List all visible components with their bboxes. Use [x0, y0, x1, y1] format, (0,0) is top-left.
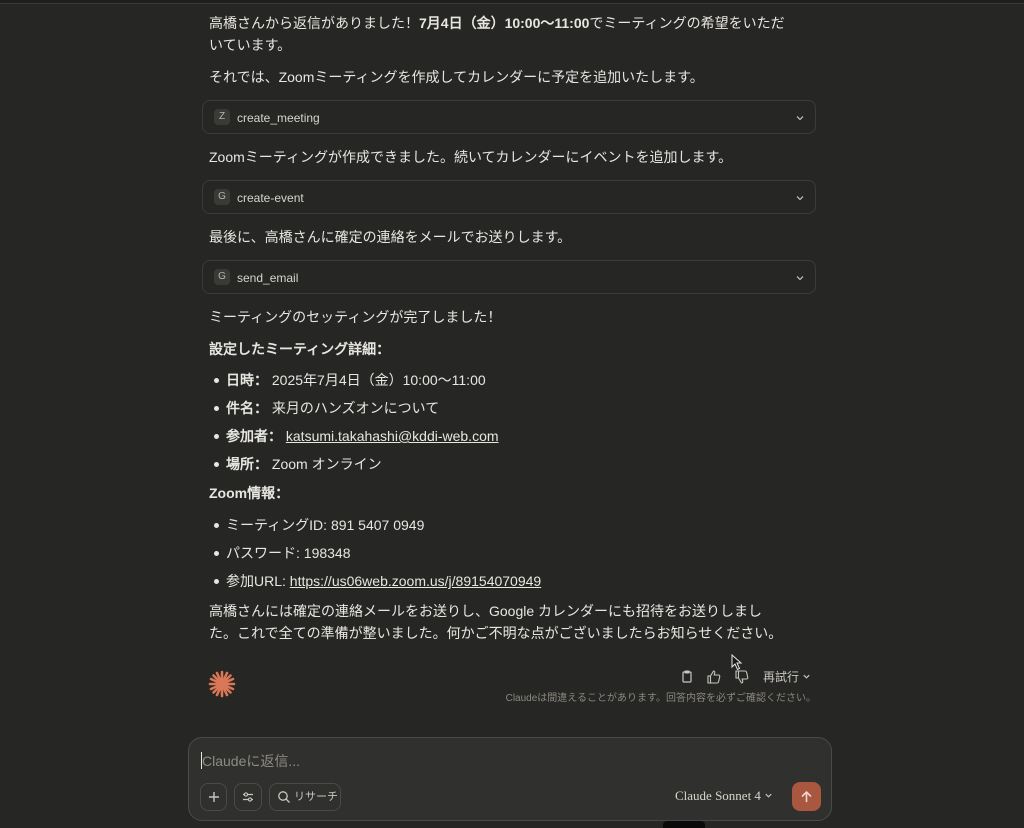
model-selector[interactable]: Claude Sonnet 4: [675, 788, 773, 804]
detail-label: 参加者：: [226, 428, 282, 444]
tool-call-create-event[interactable]: G create-event: [202, 180, 816, 214]
chevron-down-icon: [796, 116, 804, 121]
tools-button[interactable]: [234, 783, 262, 811]
zoom-url-link[interactable]: https://us06web.zoom.us/j/89154070949: [290, 573, 541, 589]
detail-label: 場所：: [226, 456, 268, 472]
arrow-up-icon: [801, 791, 812, 803]
detail-label: 件名：: [226, 400, 268, 416]
tool-name: send_email: [237, 271, 299, 285]
mouse-cursor-icon: [731, 654, 743, 671]
thumbs-up-icon[interactable]: [706, 669, 722, 685]
message-paragraph-4: 最後に、高橋さんに確定の連絡をメールでお送りします。: [209, 229, 572, 245]
chevron-down-icon: [796, 196, 804, 201]
detail-value: 来月のハンズオンについて: [271, 400, 440, 416]
detail-label: 日時：: [226, 372, 268, 388]
disclaimer: Claudeは間違えることがあります。回答内容を必ずご確認ください。: [505, 693, 816, 704]
tool-name: create_meeting: [237, 111, 320, 125]
tool-call-create-meeting[interactable]: Z create_meeting: [202, 100, 816, 134]
reply-input[interactable]: [200, 749, 804, 773]
chevron-down-icon: [803, 674, 810, 679]
search-icon: [278, 791, 290, 803]
list-item: 日時： 2025年7月4日（金）10:00〜11:00: [209, 366, 499, 394]
model-name: Claude Sonnet 4: [675, 788, 761, 803]
add-button[interactable]: [200, 783, 227, 811]
top-bar: [0, 0, 1024, 4]
copy-icon[interactable]: [679, 669, 695, 685]
google-icon: G: [214, 189, 230, 205]
google-icon: G: [214, 269, 230, 285]
list-item: 場所： Zoom オンライン: [209, 450, 499, 478]
list-item: パスワード: 198348: [209, 539, 541, 567]
message-paragraph-2: それでは、Zoomミーティングを作成してカレンダーに予定を追加いたします。: [209, 69, 704, 85]
url-label: 参加URL:: [226, 573, 290, 589]
tool-name: create-event: [237, 191, 304, 205]
message-paragraph-3: Zoomミーティングが作成できました。続いてカレンダーにイベントを追加します。: [209, 149, 733, 165]
message-actions: 再試行 Claudeは間違えることがあります。回答内容を必ずご確認ください。: [0, 666, 1024, 706]
details-list: 日時： 2025年7月4日（金）10:00〜11:00 件名： 来月のハンズオン…: [209, 366, 499, 478]
closing-paragraph: 高橋さんには確定の連絡メールをお送りし、Google カレンダーにも招待をお送り…: [209, 603, 783, 641]
send-button[interactable]: [792, 782, 821, 811]
text: 高橋さんから返信がありました！: [209, 15, 419, 31]
chevron-down-icon: [796, 276, 804, 281]
plus-icon: [209, 792, 219, 802]
sliders-icon: [243, 792, 253, 802]
message-paragraph-5: ミーティングのセッティングが完了しました！: [209, 309, 502, 325]
email-link[interactable]: katsumi.takahashi@kddi-web.com: [286, 428, 499, 444]
zoom-icon: Z: [214, 109, 230, 125]
research-button[interactable]: リサーチ: [269, 783, 341, 811]
zoom-list: ミーティングID: 891 5407 0949 パスワード: 198348 参加…: [209, 511, 541, 595]
message-paragraph-1: 高橋さんから返信がありました！7月4日（金）10:00〜11:00でミーティング…: [209, 12, 789, 56]
list-item: ミーティングID: 891 5407 0949: [209, 511, 541, 539]
details-heading: 設定したミーティング詳細：: [209, 341, 391, 357]
list-item: 件名： 来月のハンズオンについて: [209, 394, 499, 422]
retry-label: 再試行: [763, 670, 800, 684]
chevron-down-icon: [765, 793, 772, 798]
bottom-handle: [663, 821, 705, 828]
detail-value: 2025年7月4日（金）10:00〜11:00: [271, 372, 486, 388]
thumbs-down-icon[interactable]: [734, 669, 750, 685]
tool-call-send-email[interactable]: G send_email: [202, 260, 816, 294]
zoom-heading: Zoom情報：: [209, 485, 290, 501]
bold-date: 7月4日（金）10:00〜11:00: [419, 15, 590, 31]
list-item: 参加URL: https://us06web.zoom.us/j/8915407…: [209, 567, 541, 595]
detail-value: Zoom オンライン: [271, 456, 382, 472]
message-composer: リサーチ Claude Sonnet 4: [188, 737, 832, 821]
research-label: リサーチ: [294, 791, 338, 803]
list-item: 参加者： katsumi.takahashi@kddi-web.com: [209, 422, 499, 450]
retry-button[interactable]: 再試行: [763, 668, 811, 685]
